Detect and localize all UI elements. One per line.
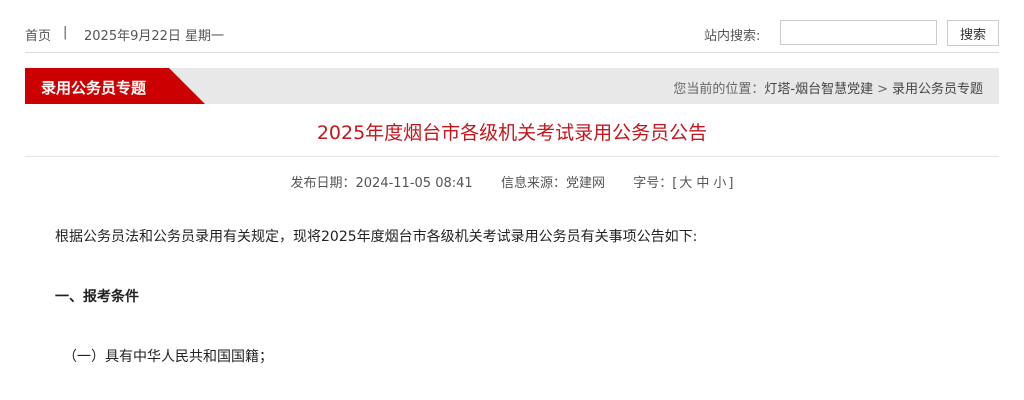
breadcrumb: 您当前的位置：灯塔-烟台智慧党建 > 录用公务员专题	[673, 78, 983, 97]
font-size-medium-button[interactable]: 中	[696, 176, 709, 191]
article-title: 2025年度烟台市各级机关考试录用公务员公告	[316, 122, 708, 144]
font-size-close-bracket: ]	[728, 176, 734, 191]
publish-date-label: 发布日期：	[290, 176, 356, 191]
breadcrumb-item-home[interactable]: 灯塔-烟台智慧党建	[764, 82, 873, 97]
font-size-small-button[interactable]: 小	[713, 176, 726, 191]
article-paragraph: 根据公务员法和公务员录用有关规定，现将2025年度烟台市各级机关考试录用公务员有…	[55, 229, 698, 245]
breadcrumb-arrow: >	[877, 82, 888, 97]
section-tab[interactable]: 录用公务员专题	[25, 68, 205, 104]
section-tab-label: 录用公务员专题	[41, 79, 147, 97]
breadcrumb-prefix: 您当前的位置：	[673, 82, 765, 97]
font-size-label: 字号：	[633, 176, 673, 191]
source-label: 信息来源：	[500, 176, 566, 191]
article-section-heading: 一、报考条件	[55, 289, 139, 305]
section-header-bar: 录用公务员专题 您当前的位置：灯塔-烟台智慧党建 > 录用公务员专题	[25, 68, 999, 104]
top-bar: 首页 | 2025年9月22日 星期一 站内搜索: 搜索	[25, 18, 999, 53]
breadcrumb-item-section[interactable]: 录用公务员专题	[892, 82, 983, 97]
publish-date: 2024-11-05 08:41	[355, 176, 473, 191]
font-size-open-bracket: [	[672, 176, 678, 191]
search-input[interactable]	[780, 20, 937, 45]
article-title-container: 2025年度烟台市各级机关考试录用公务员公告	[25, 104, 999, 157]
font-size-large-button[interactable]: 大	[679, 176, 692, 191]
home-link[interactable]: 首页	[25, 25, 51, 44]
page: 首页 | 2025年9月22日 星期一 站内搜索: 搜索 录用公务员专题 您当前…	[0, 0, 1024, 400]
article-list-item: （一）具有中华人民共和国国籍；	[63, 349, 273, 365]
source-value: 党建网	[565, 176, 605, 191]
top-bar-separator: |	[63, 25, 68, 40]
current-date: 2025年9月22日 星期一	[84, 29, 225, 44]
article-meta: 发布日期：2024-11-05 08:41 信息来源：党建网 字号：[大中小]	[0, 172, 1024, 191]
search-label: 站内搜索:	[704, 29, 761, 44]
search-button[interactable]: 搜索	[947, 20, 999, 46]
